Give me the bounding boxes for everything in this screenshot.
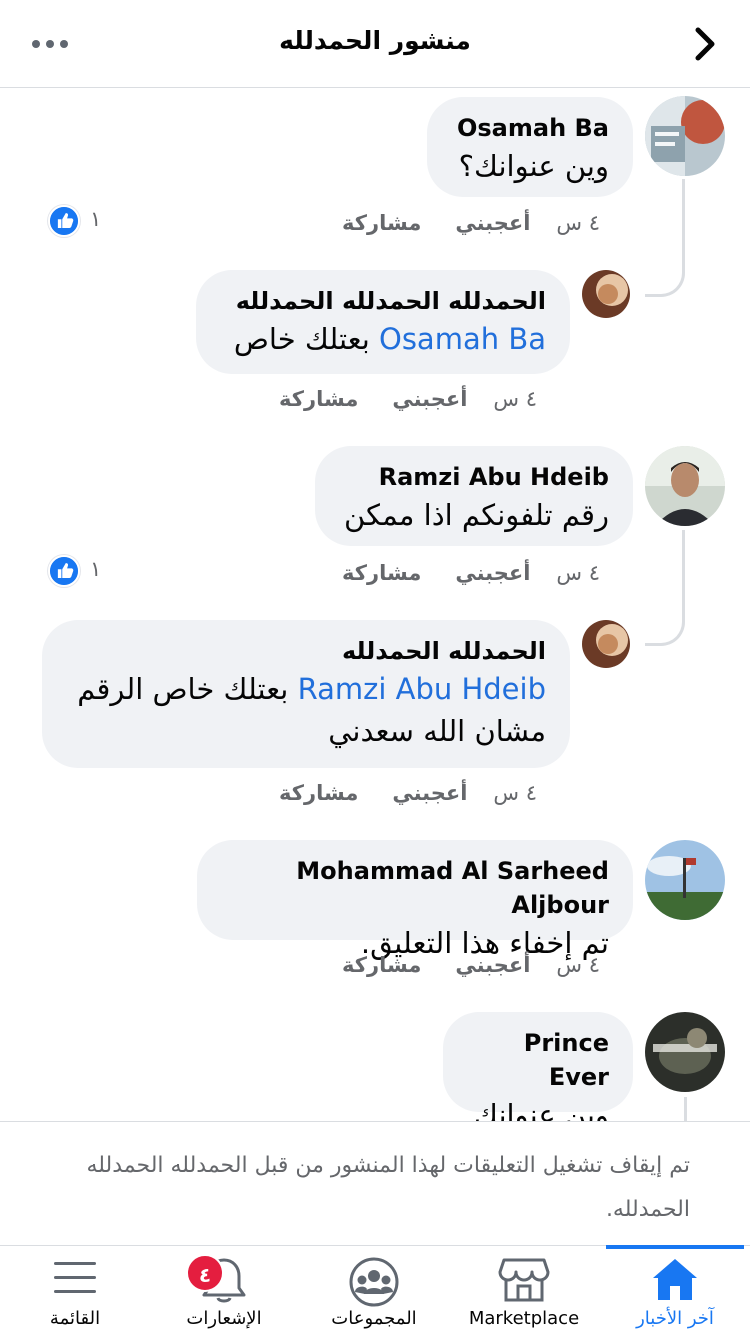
reply-bubble[interactable]: الحمدلله الحمدلله الحمدلله Osamah Ba بعت…: [196, 270, 570, 374]
notification-badge: ٤: [186, 1254, 224, 1292]
tab-label: آخر الأخبار: [636, 1308, 714, 1329]
menu-icon: [54, 1262, 96, 1293]
comment-author[interactable]: Osamah Ba: [451, 111, 609, 145]
like-button[interactable]: أعجبني: [455, 953, 530, 977]
mention-link[interactable]: Ramzi Abu Hdeib: [298, 672, 546, 706]
comment-actions: ٤ س أعجبني مشاركة: [342, 953, 600, 977]
chevron-right-icon[interactable]: [690, 24, 720, 64]
comment-author[interactable]: Ramzi Abu Hdeib: [339, 460, 609, 494]
reply-time: ٤ س: [493, 387, 537, 411]
reply-author[interactable]: الحمدلله الحمدلله: [66, 634, 546, 668]
thread-connector: [645, 530, 685, 646]
thread-connector: [684, 1097, 687, 1121]
like-button[interactable]: أعجبني: [455, 211, 530, 235]
marketplace-icon: [498, 1258, 550, 1302]
tab-notifications[interactable]: ٤ الإشعارات: [172, 1246, 276, 1334]
groups-icon: [349, 1257, 399, 1307]
comments-disabled-notice: تم إيقاف تشغيل التعليقات لهذا المنشور من…: [0, 1121, 750, 1245]
like-button[interactable]: أعجبني: [455, 561, 530, 585]
reply-author[interactable]: الحمدلله الحمدلله الحمدلله: [220, 284, 546, 318]
comment-author[interactable]: Prince Ever: [467, 1026, 609, 1094]
tab-label: القائمة: [49, 1308, 101, 1329]
notice-text: تم إيقاف تشغيل التعليقات لهذا المنشور من…: [86, 1153, 690, 1222]
reaction-summary[interactable]: ١: [48, 555, 118, 589]
reply-text: Ramzi Abu Hdeib بعتلك خاص الرقم: [77, 672, 546, 706]
comment-actions: ٤ س أعجبني مشاركة: [342, 211, 600, 235]
tab-marketplace[interactable]: Marketplace: [454, 1246, 594, 1334]
thumbs-up-icon: [48, 555, 80, 587]
reaction-summary[interactable]: ١: [48, 205, 118, 239]
share-button[interactable]: مشاركة: [342, 561, 421, 585]
reply-bubble[interactable]: الحمدلله الحمدلله Ramzi Abu Hdeib بعتلك …: [42, 620, 570, 768]
avatar[interactable]: [582, 270, 630, 318]
tab-groups[interactable]: المجموعات: [318, 1246, 430, 1334]
bottom-tab-bar: آخر الأخبار Marketplace المجموعات ٤ الإش…: [0, 1245, 750, 1334]
comment-time: ٤ س: [556, 561, 600, 585]
reply-time: ٤ س: [493, 781, 537, 805]
avatar[interactable]: [645, 446, 725, 526]
reply-actions: ٤ س أعجبني مشاركة: [279, 781, 537, 805]
comment-text: رقم تلفونكم اذا ممكن: [344, 498, 609, 532]
reply-text-line2: مشان الله سعدني: [328, 714, 546, 748]
like-button[interactable]: أعجبني: [392, 387, 467, 411]
comment-bubble[interactable]: Mohammad Al Sarheed Aljbour تم إخفاء هذا…: [197, 840, 633, 960]
tab-menu[interactable]: القائمة: [30, 1246, 120, 1334]
reaction-count: ١: [90, 557, 102, 581]
comment-author[interactable]: Mohammad Al Sarheed Aljbour: [221, 854, 609, 922]
tab-label: Marketplace: [468, 1308, 580, 1329]
tab-news-feed[interactable]: آخر الأخبار: [606, 1245, 744, 1334]
tab-label: المجموعات: [331, 1308, 417, 1329]
top-header: منشور الحمدلله: [0, 0, 750, 88]
thread-connector: [645, 179, 685, 297]
mention-link[interactable]: Osamah Ba: [379, 322, 546, 356]
reply-actions: ٤ س أعجبني مشاركة: [279, 387, 537, 411]
avatar[interactable]: [582, 620, 630, 668]
reply-text: Osamah Ba بعتلك خاص: [233, 322, 546, 356]
share-button[interactable]: مشاركة: [279, 387, 358, 411]
home-icon: [653, 1259, 697, 1300]
reaction-count: ١: [90, 207, 102, 231]
avatar[interactable]: [645, 840, 725, 920]
comment-text: وين عنوانك: [474, 1098, 609, 1121]
comment-bubble[interactable]: Ramzi Abu Hdeib رقم تلفونكم اذا ممكن: [315, 446, 633, 546]
thumbs-up-icon: [48, 205, 80, 237]
share-button[interactable]: مشاركة: [279, 781, 358, 805]
like-button[interactable]: أعجبني: [392, 781, 467, 805]
share-button[interactable]: مشاركة: [342, 953, 421, 977]
share-button[interactable]: مشاركة: [342, 211, 421, 235]
avatar[interactable]: [645, 1012, 725, 1092]
comment-time: ٤ س: [556, 953, 600, 977]
comment-actions: ٤ س أعجبني مشاركة: [342, 561, 600, 585]
avatar[interactable]: [645, 96, 725, 176]
comment-time: ٤ س: [556, 211, 600, 235]
comment-text: وين عنوانك؟: [458, 149, 609, 183]
comment-bubble[interactable]: Osamah Ba وين عنوانك؟: [427, 97, 633, 197]
comment-bubble[interactable]: Prince Ever وين عنوانك: [443, 1012, 633, 1121]
comments-list[interactable]: Osamah Ba وين عنوانك؟ ٤ سأعجبنيمشاركة ١ …: [0, 89, 750, 1121]
page-title: منشور الحمدلله: [279, 26, 471, 55]
tab-label: الإشعارات: [186, 1308, 262, 1329]
